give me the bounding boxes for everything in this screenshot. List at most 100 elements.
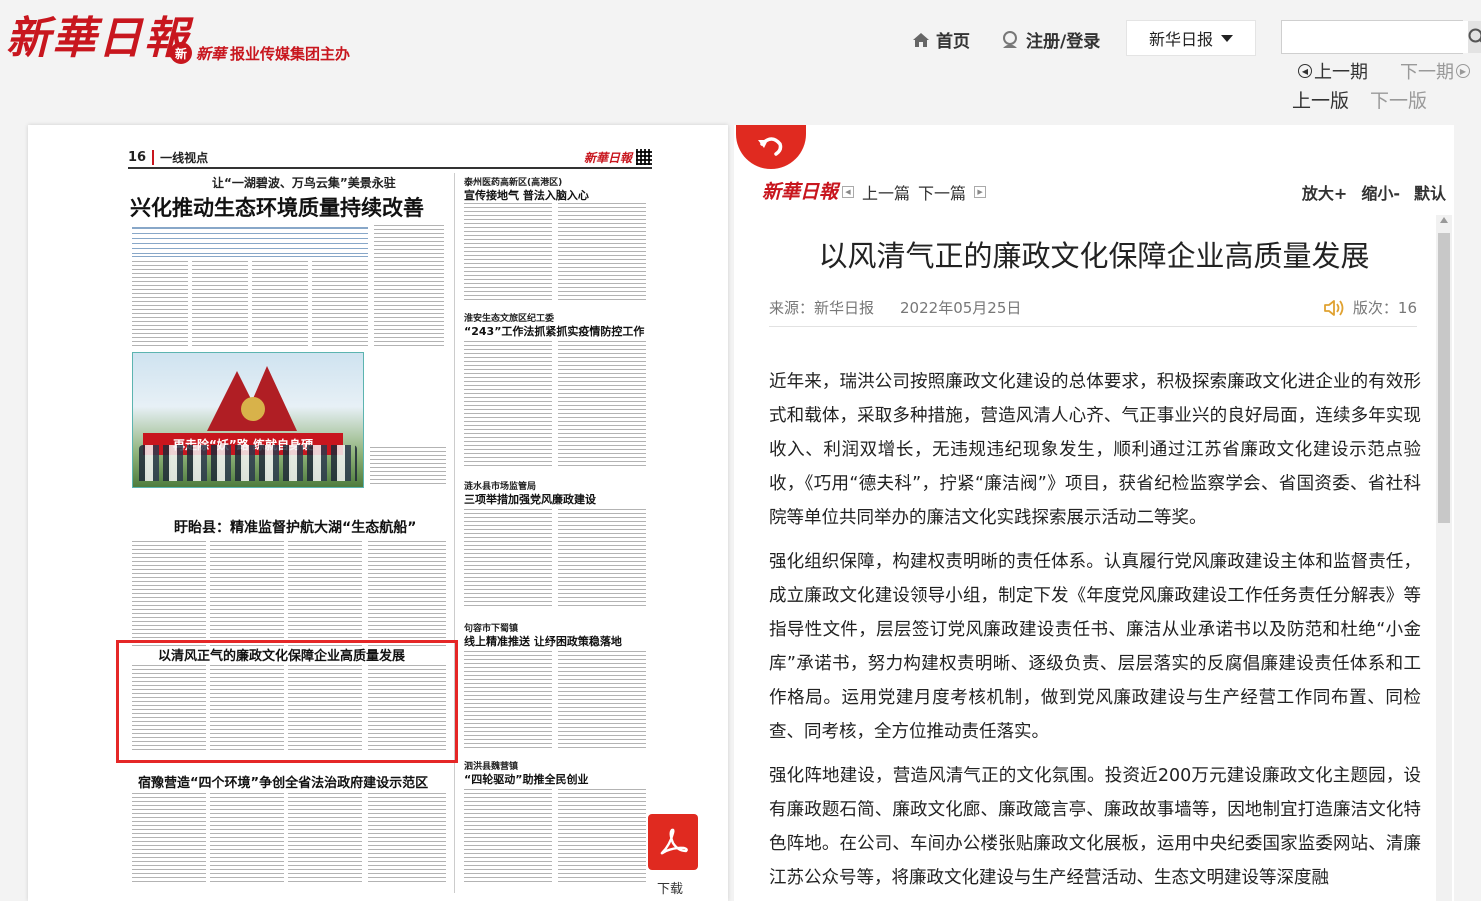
pdf-icon [660,828,688,855]
article-meta: 来源：新华日报 2022年05月25日 版次：16 [769,289,1417,327]
story-text [210,541,284,649]
nav-login-label: 注册/登录 [1026,32,1101,52]
home-icon [913,32,929,47]
story-text [558,203,646,303]
back-button[interactable] [736,125,806,169]
story-text [558,509,646,609]
story-text [368,541,446,649]
right-story-headline[interactable]: “四轮驱动”助推全民创业 [464,771,588,787]
article-source: 来源：新华日报 [769,299,875,317]
prev-period-link[interactable]: ◀ 上一期 [1298,58,1368,84]
qr-code-icon [636,149,652,165]
story-text [368,793,446,883]
sponsor-text: 报业传媒集团主办 [230,44,351,63]
zoom-in-button[interactable]: 放大+ [1302,180,1347,204]
story-text [464,341,552,469]
article-scrollbar[interactable] [1436,215,1452,901]
right-story-headline[interactable]: 三项举措加强党风廉政建设 [464,491,596,507]
story-text [464,203,552,303]
article-page-label: 版次：16 [1352,299,1417,317]
selected-article-highlight[interactable] [116,640,458,763]
next-edition-link[interactable]: 下一版 [1370,86,1427,113]
download-label[interactable]: 下载 [657,878,683,897]
story-headline-suyu[interactable]: 宿豫营造“四个环境”争创全省法治政府建设示范区 [138,772,428,791]
photo-caption [370,447,446,487]
paper-topbar: 16 一线视点 新華日報 [128,147,652,169]
newspaper-page-image[interactable]: 16 一线视点 新華日報 让“一湖碧波、万鸟云集”美景永驻 兴化推动生态环境质量… [128,147,652,897]
story-text [558,651,646,751]
prev-article-link[interactable]: 上一篇 [862,180,910,204]
prev-edition-link[interactable]: 上一版 [1292,86,1349,113]
speaker-icon[interactable] [1323,299,1345,317]
zoom-out-button[interactable]: 缩小- [1361,180,1400,204]
chevron-right-icon: ▶ [974,186,987,198]
article-panel: 新華日報 ◀ 上一篇 下一篇 ▶ 放大+ 缩小- 默认 以风清气正的廉政文化保障… [734,125,1454,901]
story-text [464,509,552,609]
chevron-left-icon: ◀ [842,186,854,198]
user-icon [1003,30,1017,48]
story-text [132,261,188,347]
article-body: 近年来，瑞洪公司按照廉政文化建设的总体要求，积极探索廉政文化进企业的有效形式和载… [769,365,1421,901]
story-headline-xuyi[interactable]: 盱眙县：精准监督护航大湖“生态航船” [174,517,416,537]
sponsor-badge-icon: 新 [170,42,192,64]
search-button[interactable] [1468,21,1481,53]
next-period-link[interactable]: 下一期 ▶ [1400,58,1470,84]
chevron-left-icon: ◀ [1298,64,1312,78]
article-nav: ◀ 上一篇 下一篇 ▶ [842,180,987,204]
monument-sculpture [207,366,297,431]
right-story-headline[interactable]: 线上精准推送 让纾困政策稳落地 [464,633,622,649]
article-title: 以风清气正的廉政文化保障企业高质量发展 [818,239,1370,273]
site-header: 新華日報 新 新華 报业传媒集团主办 首页 注册/登录 新华日报 ◀ 上一期 下… [0,0,1481,125]
news-photo[interactable]: 再走除“妖”路 练就自身硬 [132,352,364,488]
photo-people-group [139,445,357,481]
right-story-headline[interactable]: 宣传接地气 普法入脑入心 [464,187,589,203]
pdf-download-button[interactable] [648,814,698,870]
nav-home-link[interactable]: 首页 [912,27,970,52]
story-text [210,793,284,883]
article-paragraph: 近年来，瑞洪公司按照廉政文化建设的总体要求，积极探索廉政文化进企业的有效形式和载… [769,372,1421,528]
story-text [252,261,308,347]
main-story-lead [132,227,368,257]
nav-login-link[interactable]: 注册/登录 [1000,27,1100,52]
article-paragraph: 强化阵地建设，营造风清气正的文化氛围。投资近200万元建设廉政文化主题园，设有廉… [769,766,1421,888]
right-story-headline[interactable]: “243”工作法抓紧抓实疫情防控工作 [464,323,644,339]
story-text [288,793,362,883]
article-date: 2022年05月25日 [900,299,1022,317]
story-text [374,225,444,349]
caret-down-icon [1221,34,1233,42]
story-text [132,541,206,649]
search-icon [1468,28,1481,43]
story-text [288,541,362,649]
story-text [558,789,646,883]
paper-section-name: 一线视点 [160,150,209,165]
site-logo[interactable]: 新華日報 [6,2,190,66]
newspaper-panel: 16 一线视点 新華日報 让“一湖碧波、万鸟云集”美景永驻 兴化推动生态环境质量… [28,125,728,901]
main-story-kicker[interactable]: 让“一湖碧波、万鸟云集”美景永驻 [212,174,396,191]
paper-mini-logo: 新華日報 [583,150,632,165]
story-text [558,341,646,469]
main-story-headline[interactable]: 兴化推动生态环境质量持续改善 [130,192,424,222]
sponsor-line: 新 新華 报业传媒集团主办 [170,42,350,64]
next-article-link[interactable]: 下一篇 [918,180,966,204]
search-box [1281,20,1481,54]
back-arrow-icon [758,137,783,156]
chevron-right-icon: ▶ [1456,64,1470,78]
paper-page-number: 16 [128,149,155,165]
article-meta-right: 版次：16 [1323,297,1417,318]
next-period-label: 下一期 [1400,62,1454,83]
search-input[interactable] [1282,21,1468,53]
scroll-thumb[interactable] [1438,233,1450,523]
story-text [464,789,552,883]
story-text [464,651,552,751]
newspaper-select[interactable]: 新华日报 [1126,20,1256,56]
column-divider [454,173,455,893]
article-logo: 新華日報 [762,181,839,203]
scroll-up-icon[interactable] [1440,217,1448,223]
story-text [132,793,206,883]
zoom-default-button[interactable]: 默认 [1414,180,1446,204]
sponsor-calligraphy: 新華 [196,44,227,63]
prev-period-label: 上一期 [1314,62,1368,83]
nav-home-label: 首页 [936,32,970,52]
article-paragraph: 强化组织保障，构建权责明晰的责任体系。认真履行党风廉政建设主体和监督责任，成立廉… [769,552,1421,742]
story-text [192,261,248,347]
